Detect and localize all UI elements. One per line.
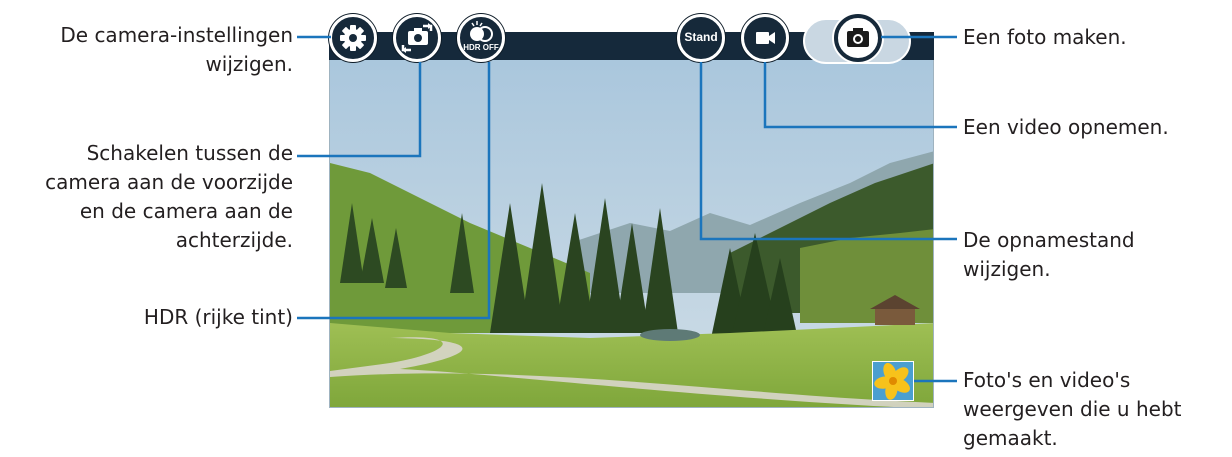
video-camera-icon bbox=[756, 32, 775, 44]
mode-callout: De opnamestand wijzigen. bbox=[963, 226, 1135, 284]
callout-line: De opnamestand bbox=[963, 228, 1135, 252]
photo-callout: Een foto maken. bbox=[963, 23, 1127, 52]
take-photo-button[interactable] bbox=[834, 14, 882, 62]
callout-line: wijzigen. bbox=[205, 52, 293, 76]
mode-button[interactable]: Stand bbox=[677, 14, 725, 62]
hdr-label: HDR OFF bbox=[463, 43, 499, 52]
settings-button[interactable] bbox=[329, 14, 377, 62]
settings-callout: De camera-instellingen wijzigen. bbox=[60, 21, 293, 79]
flower-thumbnail-icon bbox=[873, 362, 913, 400]
camera-switch-icon bbox=[401, 23, 433, 53]
hdr-callout: HDR (rijke tint) bbox=[144, 303, 293, 332]
callout-line: Foto's en video's bbox=[963, 368, 1131, 392]
callout-line: camera aan de voorzijde bbox=[45, 170, 293, 194]
camera-icon bbox=[847, 28, 869, 47]
hdr-button[interactable]: HDR OFF bbox=[457, 14, 505, 62]
record-video-button[interactable] bbox=[741, 14, 789, 62]
gallery-callout: Foto's en video's weergeven die u hebt g… bbox=[963, 366, 1181, 453]
landscape-preview bbox=[330, 33, 933, 407]
callout-line: Schakelen tussen de bbox=[86, 141, 293, 165]
callout-line: gemaakt. bbox=[963, 426, 1058, 450]
gallery-thumbnail[interactable] bbox=[872, 361, 914, 401]
hdr-icon bbox=[470, 21, 493, 42]
callout-line: achterzijde. bbox=[175, 228, 293, 252]
callout-line: en de camera aan de bbox=[79, 199, 293, 223]
switch-callout: Schakelen tussen de camera aan de voorzi… bbox=[45, 139, 293, 255]
callout-line: weergeven die u hebt bbox=[963, 397, 1182, 421]
gear-icon bbox=[340, 25, 366, 51]
callout-line: De camera-instellingen bbox=[60, 23, 293, 47]
video-callout: Een video opnemen. bbox=[963, 113, 1169, 142]
callout-line: HDR (rijke tint) bbox=[143, 305, 293, 329]
callout-line: wijzigen. bbox=[963, 257, 1051, 281]
callout-line: Een video opnemen. bbox=[963, 115, 1169, 139]
callout-line: Een foto maken. bbox=[963, 25, 1127, 49]
mode-label: Stand bbox=[684, 30, 718, 44]
switch-camera-button[interactable] bbox=[393, 14, 441, 62]
camera-viewfinder[interactable] bbox=[329, 32, 934, 408]
